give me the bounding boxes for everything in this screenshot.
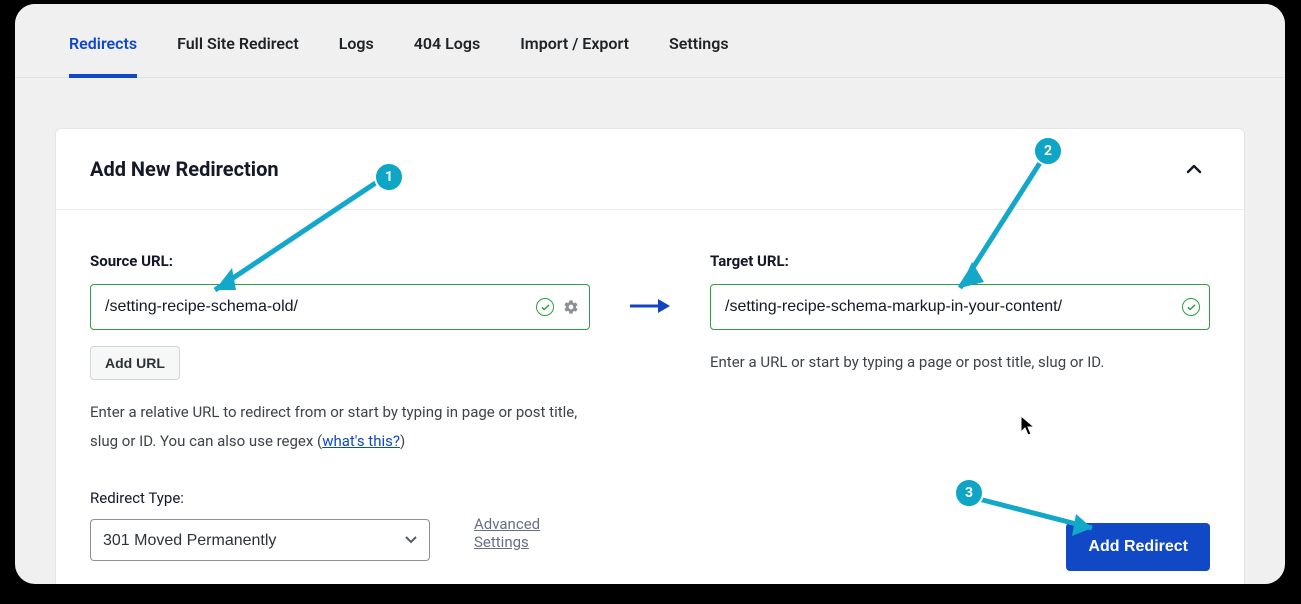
target-url-input-wrap: [710, 284, 1210, 330]
source-url-input-wrap: [90, 284, 590, 330]
target-url-label: Target URL:: [710, 252, 1210, 270]
check-circle-icon: [536, 298, 554, 316]
add-redirection-card: Add New Redirection Source URL:: [55, 128, 1245, 584]
annotation-badge-3: 3: [956, 480, 982, 506]
source-url-input[interactable]: [90, 284, 590, 330]
source-help-post: ): [400, 432, 405, 450]
tab-full-site-redirect[interactable]: Full Site Redirect: [177, 34, 299, 77]
card-header: Add New Redirection: [56, 129, 1244, 210]
redirect-type-select[interactable]: 301 Moved Permanently: [90, 519, 430, 561]
advanced-settings-link[interactable]: Advanced Settings: [474, 515, 590, 561]
tab-logs[interactable]: Logs: [339, 34, 374, 77]
tab-404-logs[interactable]: 404 Logs: [414, 34, 480, 77]
collapse-button[interactable]: [1178, 153, 1210, 185]
annotation-badge-2: 2: [1035, 138, 1061, 164]
tab-import-export[interactable]: Import / Export: [520, 34, 629, 77]
chevron-up-icon: [1186, 164, 1202, 174]
target-column: Target URL: Enter a URL or start by typi…: [710, 252, 1210, 561]
whats-this-link[interactable]: what's this?: [322, 432, 400, 450]
annotation-badge-1: 1: [376, 164, 402, 190]
card-title: Add New Redirection: [90, 157, 279, 181]
mouse-cursor-icon: [1020, 415, 1038, 437]
source-input-icons: [536, 298, 580, 316]
target-input-icons: [1182, 298, 1200, 316]
source-column: Source URL: Add URL Enter a relative URL: [90, 252, 590, 561]
redirect-type-wrap: Redirect Type: 301 Moved Permanently: [90, 489, 430, 561]
tab-settings[interactable]: Settings: [669, 34, 729, 77]
card-body: Source URL: Add URL Enter a relative URL: [56, 210, 1244, 584]
tab-bar: Redirects Full Site Redirect Logs 404 Lo…: [15, 4, 1285, 78]
target-url-input[interactable]: [710, 284, 1210, 330]
source-help-text: Enter a relative URL to redirect from or…: [90, 398, 590, 455]
arrow-right-icon: [628, 296, 672, 316]
target-help-text: Enter a URL or start by typing a page or…: [710, 348, 1210, 377]
redirect-type-row: Redirect Type: 301 Moved Permanently Adv…: [90, 489, 590, 561]
arrow-column: [590, 252, 710, 561]
add-url-button[interactable]: Add URL: [90, 346, 180, 380]
redirect-type-label: Redirect Type:: [90, 489, 430, 507]
add-redirect-button[interactable]: Add Redirect: [1066, 523, 1210, 571]
check-circle-icon: [1182, 298, 1200, 316]
app-window: Redirects Full Site Redirect Logs 404 Lo…: [15, 4, 1285, 584]
tab-redirects[interactable]: Redirects: [69, 34, 137, 77]
source-url-label: Source URL:: [90, 252, 590, 270]
gear-icon[interactable]: [562, 298, 580, 316]
